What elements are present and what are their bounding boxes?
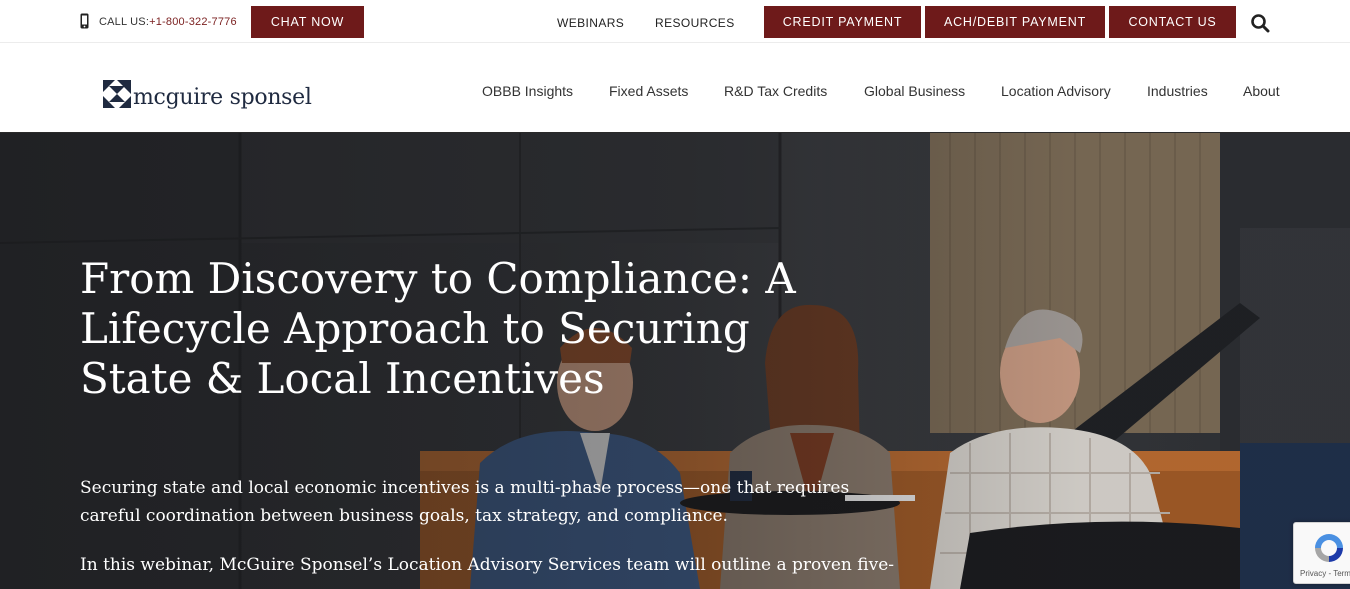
nav-item-rd-tax-credits[interactable]: R&D Tax Credits xyxy=(724,83,827,99)
phone-icon xyxy=(80,13,89,29)
utility-bar: CALL US:+1-800-322-7776 CHAT NOW WEBINAR… xyxy=(0,0,1350,43)
chat-now-button[interactable]: CHAT NOW xyxy=(251,6,364,38)
webinars-link[interactable]: WEBINARS xyxy=(557,16,624,30)
ach-debit-payment-button[interactable]: ACH/DEBIT PAYMENT xyxy=(925,6,1105,38)
recaptcha-badge[interactable]: Privacy - Terms xyxy=(1293,522,1350,584)
nav-item-obbb-insights[interactable]: OBBB Insights xyxy=(482,83,573,99)
recaptcha-privacy-terms[interactable]: Privacy - Terms xyxy=(1300,569,1350,578)
logo-mark-icon xyxy=(103,80,131,108)
logo-text: mcguire sponsel xyxy=(133,85,312,110)
hero-webinar-paragraph: In this webinar, McGuire Sponsel’s Locat… xyxy=(80,555,895,575)
nav-item-location-advisory[interactable]: Location Advisory xyxy=(1001,83,1111,99)
search-icon[interactable] xyxy=(1250,13,1270,33)
contact-us-button[interactable]: CONTACT US xyxy=(1109,6,1236,38)
hero-section: From Discovery to Compliance: A Lifecycl… xyxy=(0,133,1350,589)
nav-item-global-business[interactable]: Global Business xyxy=(864,83,965,99)
call-us-label: CALL US:+1-800-322-7776 xyxy=(99,16,237,28)
nav-item-about[interactable]: About xyxy=(1243,83,1280,99)
nav-item-industries[interactable]: Industries xyxy=(1147,83,1208,99)
phone-number-link[interactable]: +1-800-322-7776 xyxy=(149,16,237,28)
hero-title: From Discovery to Compliance: A Lifecycl… xyxy=(80,254,796,403)
credit-payment-button[interactable]: CREDIT PAYMENT xyxy=(764,6,921,38)
company-logo[interactable]: mcguire sponsel xyxy=(103,80,312,110)
main-navigation: mcguire sponsel OBBB Insights Fixed Asse… xyxy=(0,44,1350,133)
resources-link[interactable]: RESOURCES xyxy=(655,16,735,30)
call-us-text: CALL US: xyxy=(99,16,150,28)
hero-intro-paragraph: Securing state and local economic incent… xyxy=(80,478,850,526)
nav-item-fixed-assets[interactable]: Fixed Assets xyxy=(609,83,688,99)
recaptcha-icon xyxy=(1315,534,1343,562)
